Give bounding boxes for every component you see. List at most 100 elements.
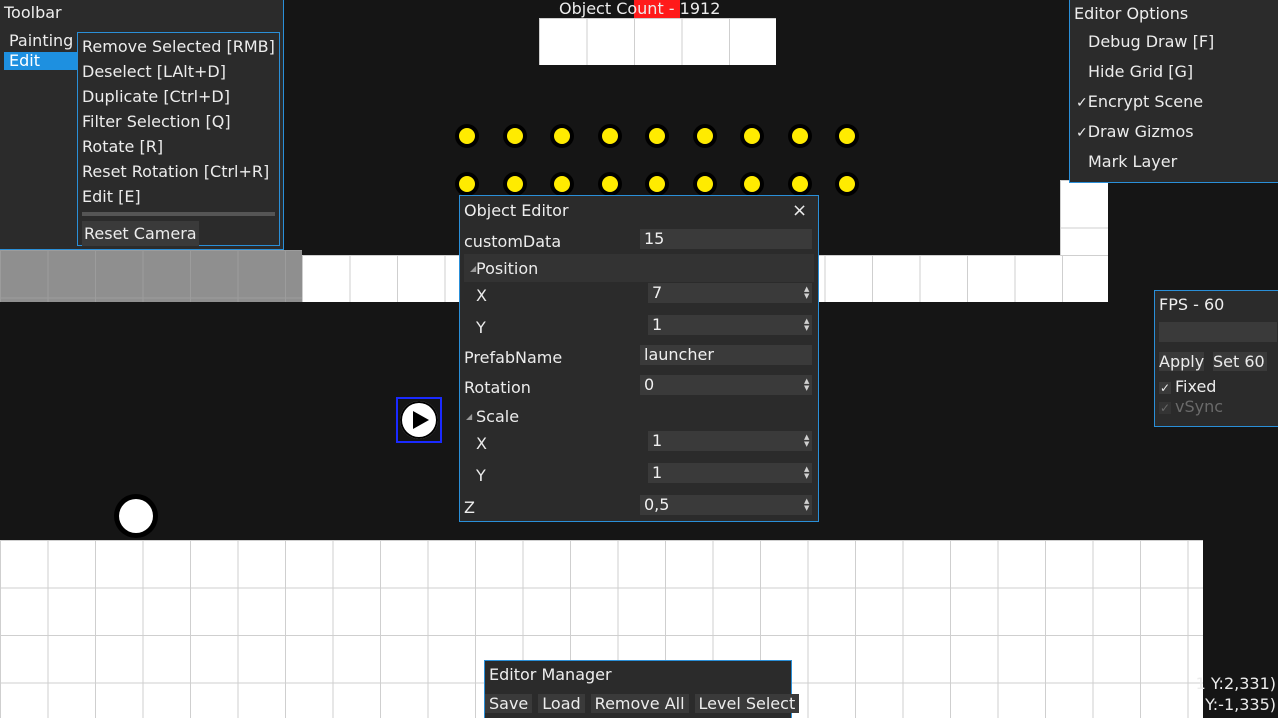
fps-title: FPS - 60 [1159,295,1225,314]
edit-menu: Remove Selected [RMB] Deselect [LAlt+D] … [77,32,280,246]
coin[interactable] [554,176,570,192]
vsync-label: vSync [1175,397,1224,416]
position-x-input[interactable]: 7 [648,283,812,303]
fixed-toggle[interactable]: ✓ Fixed [1159,377,1216,396]
coin[interactable] [839,176,855,192]
up-down-arrows-icon[interactable]: ▲ ▼ [804,318,812,332]
apply-button[interactable]: Apply [1159,352,1205,371]
object-editor-title: Object Editor [464,201,569,220]
option-draw-gizmos[interactable]: ✓Draw Gizmos [1076,122,1194,141]
option-mark-layer[interactable]: Mark Layer [1088,152,1177,171]
coordinate-readout: 1 Y:2,331) Y:-1,335) [1196,673,1276,715]
toolbar-panel: Toolbar Painting Edit Remove Selected [R… [0,0,284,250]
up-down-arrows-icon[interactable]: ▲ ▼ [804,466,812,480]
coin[interactable] [507,176,523,192]
editor-options-panel: Editor Options Debug Draw [F] Hide Grid … [1069,0,1278,183]
z-input[interactable]: 0,5 [640,495,812,515]
up-down-arrows-icon[interactable]: ▲ ▼ [804,286,812,300]
menu-duplicate[interactable]: Duplicate [Ctrl+D] [78,84,279,109]
menu-remove-selected[interactable]: Remove Selected [RMB] [78,34,279,59]
custom-data-input[interactable]: 15 [640,229,812,249]
menu-edit[interactable]: Edit [E] [78,184,279,209]
fps-input[interactable] [1159,322,1277,342]
toolbar-title: Toolbar [4,3,62,22]
scale-header[interactable]: ◢ Scale [460,402,818,430]
option-label: Debug Draw [F] [1088,32,1215,51]
coordinate-line-1: 1 Y:2,331) [1195,674,1276,693]
option-debug-draw[interactable]: Debug Draw [F] [1088,32,1214,51]
coin[interactable] [602,176,618,192]
coin[interactable] [554,128,570,144]
scale-label: Scale [476,407,520,426]
check-icon: ✓ [1076,125,1088,141]
menu-divider [82,212,275,216]
check-icon: ✓ [1076,95,1088,111]
check-icon: ✓ [1159,401,1171,415]
custom-data-label: customData [464,232,562,251]
tab-painting[interactable]: Painting [9,31,73,50]
coin[interactable] [649,128,665,144]
field-custom-data: customData 15 [460,226,818,256]
check-icon: ✓ [1159,381,1171,395]
remove-all-button[interactable]: Remove All [590,694,689,713]
grid-column-right [1060,180,1108,255]
coin[interactable] [697,176,713,192]
menu-rotate[interactable]: Rotate [R] [78,134,279,159]
object-editor-panel: Object Editor × customData 15 ◢ Position… [459,195,819,522]
object-count-value: 1912 [679,0,721,18]
coin[interactable] [744,128,760,144]
option-label: Draw Gizmos [1087,122,1194,141]
position-label: Position [476,259,539,278]
coin[interactable] [507,128,523,144]
up-down-arrows-icon[interactable]: ▲ ▼ [804,498,812,512]
field-rotation: Rotation 0 ▲ ▼ [460,372,818,402]
position-y-input[interactable]: 1 [648,315,812,335]
editor-options-title: Editor Options [1074,4,1189,23]
scale-y-input[interactable]: 1 [648,463,812,483]
selected-launcher[interactable] [396,397,442,443]
option-label: Hide Grid [G] [1088,62,1194,81]
field-scale-y: Y 1 ▲ ▼ [460,460,818,490]
fixed-label: Fixed [1175,377,1217,396]
load-button[interactable]: Load [538,694,585,713]
ball[interactable] [114,494,158,538]
scale-x-input[interactable]: 1 [648,431,812,451]
coin[interactable] [839,128,855,144]
coin[interactable] [792,128,808,144]
field-prefab-name: PrefabName launcher [460,342,818,372]
object-count-label: Object Count - [559,0,680,18]
menu-reset-camera[interactable]: Reset Camera [82,221,199,246]
editor-manager-title: Editor Manager [489,665,612,684]
menu-deselect[interactable]: Deselect [LAlt+D] [78,59,279,84]
prefab-name-input[interactable]: launcher [640,345,812,365]
option-encrypt-scene[interactable]: ✓Encrypt Scene [1076,92,1203,111]
option-label: Encrypt Scene [1087,92,1204,111]
position-y-label: Y [476,318,486,337]
menu-filter-selection[interactable]: Filter Selection [Q] [78,109,279,134]
object-count: Object Count - 1912 [559,0,720,18]
coin[interactable] [602,128,618,144]
option-hide-grid[interactable]: Hide Grid [G] [1088,62,1193,81]
coin[interactable] [697,128,713,144]
up-down-arrows-icon[interactable]: ▲ ▼ [804,378,812,392]
position-header[interactable]: ◢ Position [464,254,814,282]
coin[interactable] [744,176,760,192]
vsync-toggle[interactable]: ✓ vSync [1159,397,1223,416]
prefab-name-label: PrefabName [464,348,563,367]
save-button[interactable]: Save [485,694,533,713]
field-scale-x: X 1 ▲ ▼ [460,428,818,458]
coin[interactable] [459,176,475,192]
z-label: Z [464,498,475,517]
coin[interactable] [792,176,808,192]
set-60-button[interactable]: Set 60 [1213,352,1267,371]
rotation-input[interactable]: 0 [640,375,812,395]
menu-reset-rotation[interactable]: Reset Rotation [Ctrl+R] [78,159,279,184]
close-icon[interactable]: × [792,200,807,221]
position-x-label: X [476,286,487,305]
coin[interactable] [459,128,475,144]
coin[interactable] [649,176,665,192]
up-down-arrows-icon[interactable]: ▲ ▼ [804,434,812,448]
tab-edit[interactable]: Edit [4,52,77,70]
level-select-button[interactable]: Level Select [694,694,800,713]
editor-manager-panel: Editor Manager Save Load Remove All Level S… [484,660,800,718]
